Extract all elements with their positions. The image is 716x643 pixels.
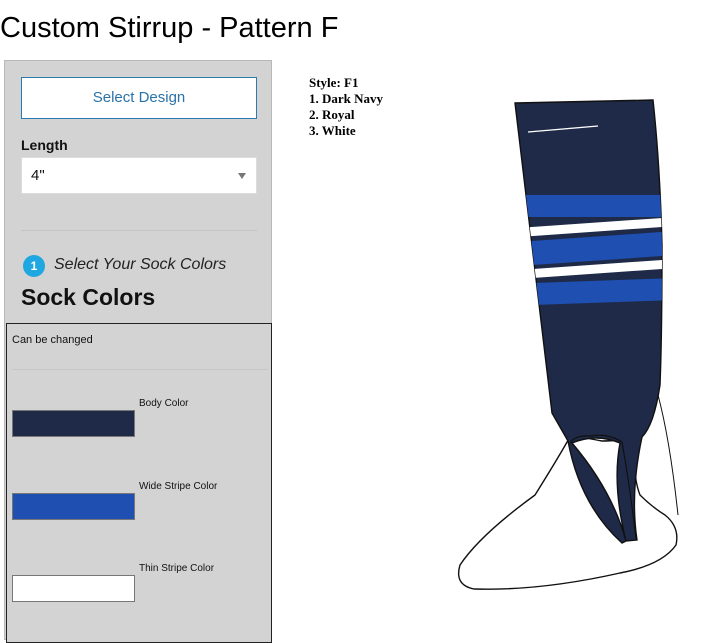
length-select-value: 4" — [31, 167, 45, 184]
wide-stripe-1 — [515, 195, 662, 217]
wide-stripe-color-swatch[interactable] — [12, 493, 135, 520]
select-design-button[interactable]: Select Design — [21, 77, 257, 119]
can-be-changed-note: Can be changed — [12, 334, 93, 346]
page-title: Custom Stirrup - Pattern F — [0, 12, 339, 44]
sock-preview-image — [457, 99, 679, 590]
heel-outline — [657, 394, 679, 516]
sock-colors-heading: Sock Colors — [21, 284, 156, 310]
sock-foot — [457, 434, 678, 590]
design-panel: Select Design Length 4" 1 Select Your So… — [4, 60, 272, 643]
style-color-2: 2. Royal — [309, 107, 355, 122]
sock-body — [514, 99, 663, 544]
step-number-badge: 1 — [23, 255, 45, 277]
style-info: Style: F1 1. Dark Navy 2. Royal 3. White — [309, 75, 383, 139]
thin-stripe-color-swatch[interactable] — [12, 575, 135, 602]
divider — [12, 369, 268, 370]
style-color-3: 3. White — [309, 123, 356, 138]
style-color-1: 1. Dark Navy — [309, 91, 384, 106]
sock-colors-box: Can be changed Body Color Wide Stripe Co… — [6, 323, 272, 643]
length-select[interactable]: 4" — [21, 157, 257, 194]
style-code: Style: F1 — [309, 75, 359, 90]
wide-stripe-color-label: Wide Stripe Color — [139, 481, 218, 492]
body-color-swatch[interactable] — [12, 410, 135, 437]
divider — [21, 230, 257, 231]
chevron-down-icon — [238, 173, 246, 179]
thin-stripe-color-label: Thin Stripe Color — [139, 563, 215, 574]
step-title: Select Your Sock Colors — [54, 256, 227, 273]
length-label: Length — [21, 137, 68, 153]
body-color-label: Body Color — [139, 398, 189, 409]
